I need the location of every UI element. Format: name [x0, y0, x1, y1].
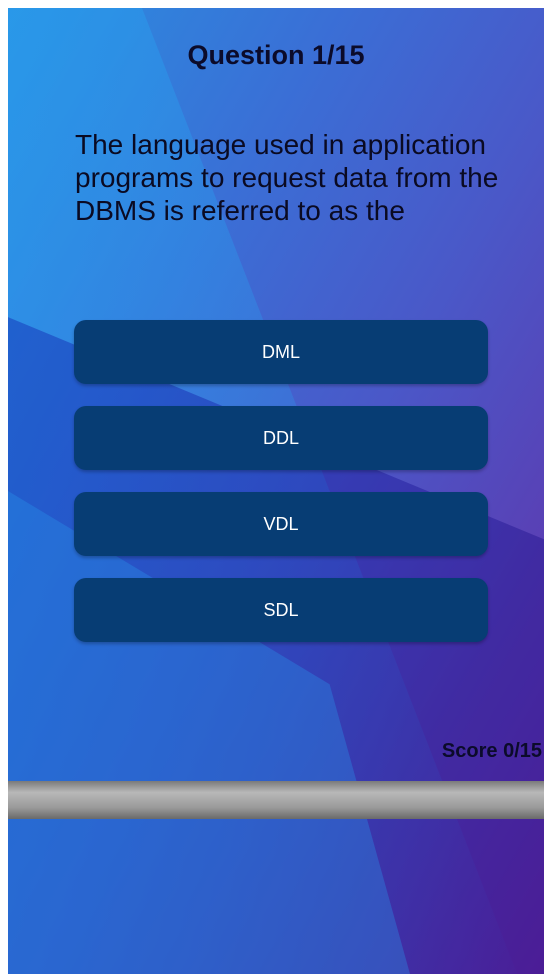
progress-bar [8, 781, 544, 819]
question-counter: Question 1/15 [187, 40, 365, 70]
quiz-screen: Question 1/15 The language used in appli… [8, 8, 544, 974]
question-text: The language used in application program… [75, 129, 499, 226]
answer-button-vdl[interactable]: VDL [74, 492, 488, 556]
answer-button-dml[interactable]: DML [74, 320, 488, 384]
score-label: Score 0/15 [441, 740, 542, 762]
answer-button-sdl[interactable]: SDL [74, 578, 488, 642]
answer-button-ddl[interactable]: DDL [74, 406, 488, 470]
